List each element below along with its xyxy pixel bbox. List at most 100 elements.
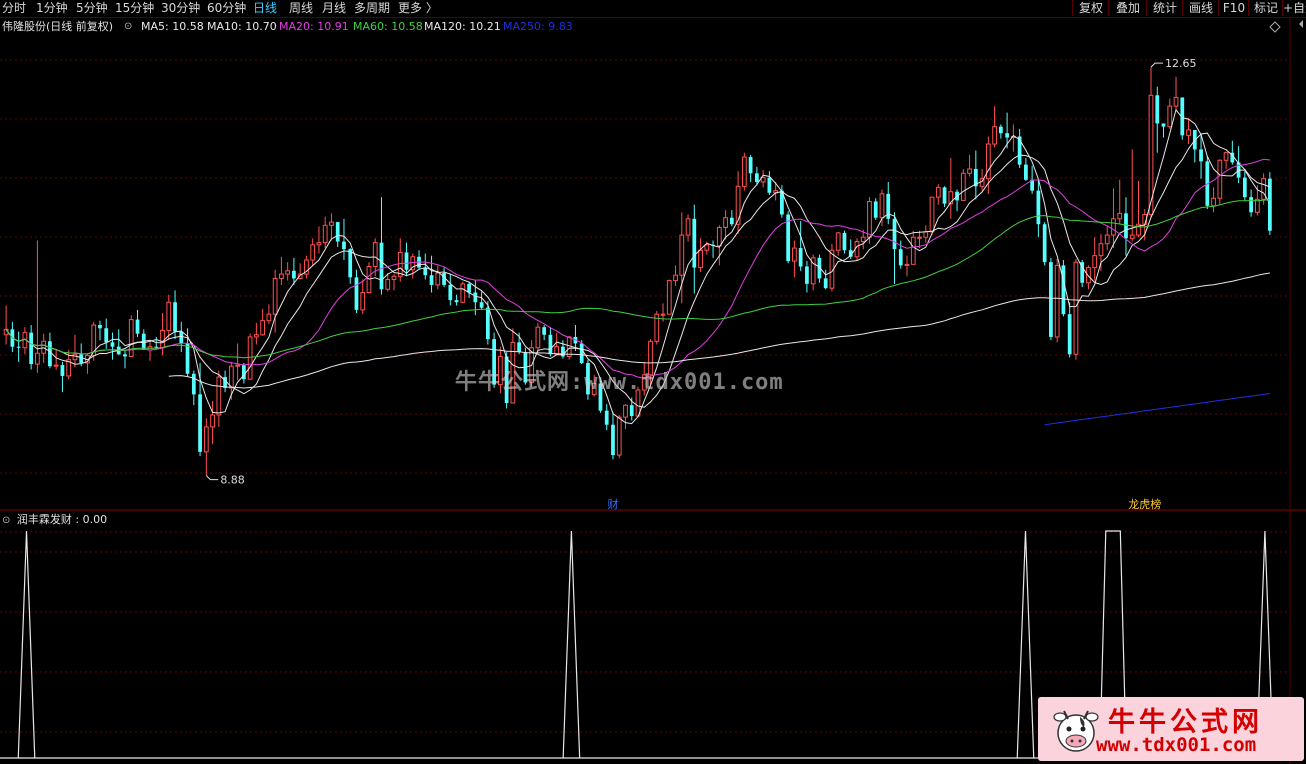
candle-body xyxy=(279,273,284,279)
candle-body xyxy=(735,185,741,225)
candle-body xyxy=(360,292,366,311)
candle-body xyxy=(160,329,165,349)
candle-body xyxy=(992,126,997,145)
ma-label-ma10: MA10: 10.70 xyxy=(207,20,277,33)
watermark: 牛牛公式网:www.tdx001.com xyxy=(455,370,784,395)
candle-body xyxy=(579,343,584,363)
candle-body xyxy=(604,410,609,425)
candle-body xyxy=(98,325,102,329)
candle-body xyxy=(1024,164,1028,180)
candle-body xyxy=(867,200,872,238)
candle-body xyxy=(316,242,322,246)
candle-body xyxy=(198,394,202,452)
candle-body xyxy=(128,319,134,357)
candle-body xyxy=(1217,159,1223,199)
candle-body xyxy=(660,313,666,316)
candle-body xyxy=(910,236,916,265)
candle-body xyxy=(917,236,922,239)
candle-body xyxy=(379,242,384,290)
candle-body xyxy=(1186,129,1191,136)
candle-body xyxy=(1073,261,1079,355)
candle-body xyxy=(123,354,127,357)
candle-body xyxy=(548,334,553,355)
candle-body xyxy=(704,244,710,251)
candle-body xyxy=(1067,314,1072,355)
candle-body xyxy=(542,327,547,335)
candle-body xyxy=(404,252,409,270)
brand-logo: 牛牛公式网 www.tdx001.com xyxy=(1038,697,1304,761)
logo-brand-url: www.tdx001.com xyxy=(1096,734,1257,756)
ma-label-ma20: MA20: 10.91 xyxy=(279,20,349,33)
candle-body xyxy=(904,263,910,266)
candle-body xyxy=(805,266,809,284)
candle-body xyxy=(210,414,215,428)
candle-body xyxy=(1042,224,1047,263)
candle-body xyxy=(1242,177,1247,198)
candle-body xyxy=(611,424,615,456)
candle-body xyxy=(1086,267,1091,284)
collapse-icon[interactable]: ⊙ xyxy=(124,19,132,35)
candle-body xyxy=(479,302,484,308)
candle-body xyxy=(48,341,52,367)
candle-body xyxy=(698,249,703,269)
candle-body xyxy=(216,376,222,416)
candle-body xyxy=(998,126,1003,134)
candle-body xyxy=(1117,212,1123,220)
cow-mascot-icon xyxy=(1053,710,1099,752)
event-badge-0: 财 xyxy=(607,497,618,511)
candle-body xyxy=(41,340,47,354)
ma-label-ma60: MA60: 10.58 xyxy=(353,20,423,33)
candle-body xyxy=(760,177,766,183)
high-marker-line xyxy=(1150,62,1163,68)
candle-body xyxy=(754,173,759,182)
candle-body xyxy=(385,279,391,290)
candle-body xyxy=(942,187,947,204)
candle-body xyxy=(79,354,84,363)
ma-label-ma5: MA5: 10.58 xyxy=(141,20,204,33)
candle-body xyxy=(879,193,885,219)
candle-body xyxy=(679,234,685,276)
stock-title[interactable]: 伟隆股份(日线 前复权) xyxy=(2,19,113,35)
candle-body xyxy=(203,426,209,453)
candle-body xyxy=(372,242,378,267)
candle-body xyxy=(673,274,678,282)
candle-body xyxy=(435,272,441,286)
high-marker-label: 12.65 xyxy=(1165,57,1197,70)
candle-body xyxy=(348,249,353,278)
collapse-icon[interactable]: ⊙ xyxy=(2,515,10,526)
candle-body xyxy=(929,196,935,233)
candle-body xyxy=(135,319,140,334)
candle-body xyxy=(798,248,803,267)
signal-pulse xyxy=(562,530,581,759)
candle-body xyxy=(429,275,434,285)
candle-body xyxy=(179,331,184,344)
candle-body xyxy=(391,275,397,281)
candle-body xyxy=(335,222,340,242)
indicator-label: 润丰霖发财 : 0.00 xyxy=(16,513,108,526)
candle-body xyxy=(1054,264,1060,338)
candle-body xyxy=(792,247,797,262)
candle-body xyxy=(898,249,903,266)
candle-body xyxy=(623,404,628,418)
candle-body xyxy=(423,267,428,276)
candle-body xyxy=(485,307,490,340)
candle-body xyxy=(723,217,728,228)
candle-body xyxy=(266,313,272,322)
candle-body xyxy=(53,364,59,367)
candle-body xyxy=(1005,133,1009,138)
candle-body xyxy=(104,328,109,343)
candle-body xyxy=(322,224,328,244)
candle-body xyxy=(860,236,866,243)
event-badge-1: 龙虎榜 xyxy=(1128,497,1161,511)
candle-body xyxy=(1254,198,1260,213)
candle-body xyxy=(473,292,478,303)
candle-body xyxy=(110,342,115,347)
candle-body xyxy=(960,172,966,201)
candle-body xyxy=(29,332,34,365)
candle-body xyxy=(173,302,177,332)
candle-body xyxy=(1129,234,1135,239)
candle-body xyxy=(247,336,253,380)
candle-body xyxy=(629,405,634,417)
candle-body xyxy=(1061,265,1066,315)
candle-body xyxy=(1211,197,1216,207)
